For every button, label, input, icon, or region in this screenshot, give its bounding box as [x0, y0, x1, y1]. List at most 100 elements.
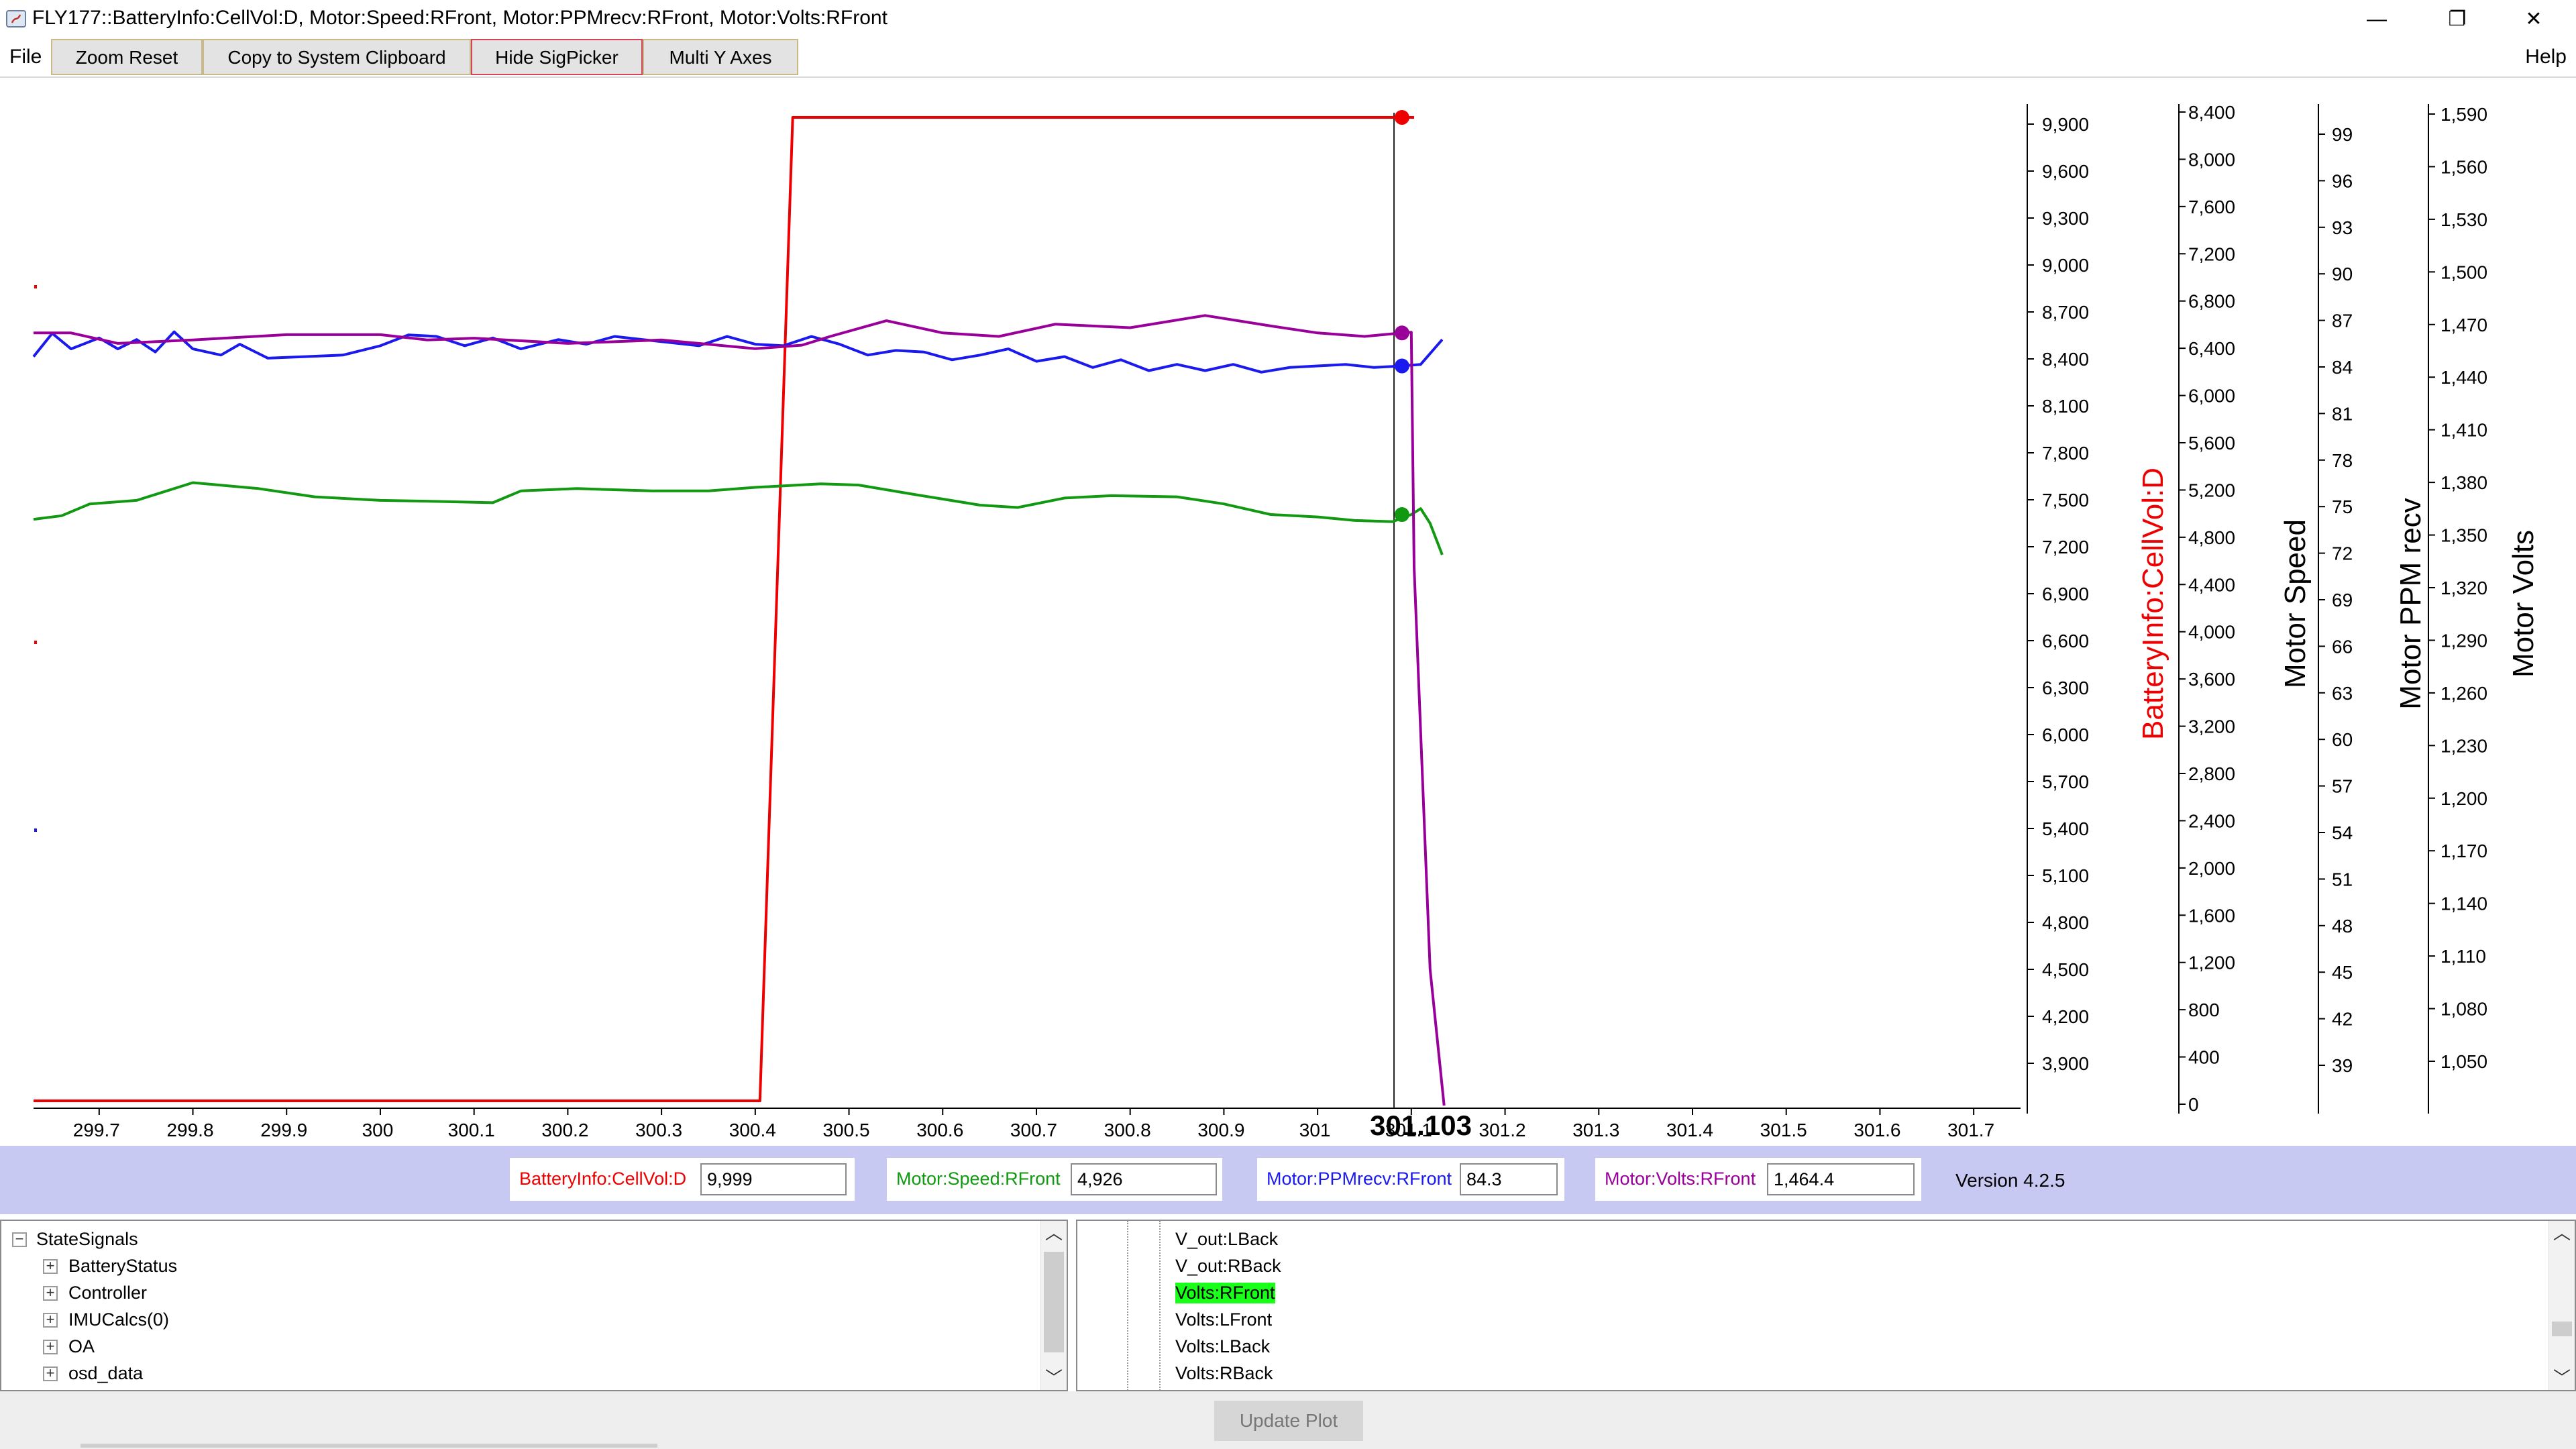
- tree-scrollbar[interactable]: ︿ ﹀: [1040, 1221, 1067, 1390]
- signal-item[interactable]: V_out:LBack: [1175, 1229, 1278, 1250]
- expand-icon[interactable]: +: [43, 1258, 58, 1274]
- y-tick-label: 1,290: [2440, 630, 2487, 651]
- expand-icon[interactable]: +: [43, 1339, 58, 1354]
- y-tick-label: 6,900: [2042, 584, 2089, 604]
- scroll-up-icon[interactable]: ︿: [1041, 1221, 1067, 1245]
- series-stub-mark: [34, 641, 37, 644]
- menu-file[interactable]: File: [9, 46, 42, 68]
- y-tick-label: 6,600: [2042, 631, 2089, 651]
- series-motor-ppm-marker[interactable]: [1394, 358, 1409, 374]
- readout-ppm: Motor:PPMrecv:RFront 84.3: [1257, 1158, 1564, 1201]
- signal-item[interactable]: V_out:RBack: [1175, 1256, 1281, 1277]
- readout-battery-label: BatteryInfo:CellVol:D: [519, 1169, 687, 1189]
- signal-item[interactable]: Volts:RBack: [1175, 1363, 1273, 1384]
- tree-guide-line: [1159, 1221, 1161, 1390]
- x-tick-label: 300.4: [729, 1120, 776, 1140]
- y-tick-label: 6,300: [2042, 678, 2089, 698]
- signal-item[interactable]: Volts:LBack: [1175, 1336, 1270, 1357]
- y-tick-label: 4,200: [2042, 1006, 2089, 1027]
- y-tick-label: 54: [2332, 822, 2353, 843]
- scroll-down-icon[interactable]: ﹀: [2549, 1366, 2575, 1390]
- version-label: Version 4.2.5: [1955, 1170, 2065, 1191]
- y-tick-label: 1,110: [2440, 946, 2486, 967]
- y-tick-label: 1,600: [2188, 905, 2235, 926]
- y-tick-label: 1,140: [2440, 894, 2487, 914]
- scroll-down-icon[interactable]: ﹀: [1041, 1366, 1067, 1390]
- axis-title-battery: BatteryInfo:CellVol:D: [2137, 468, 2169, 740]
- expand-icon[interactable]: +: [43, 1312, 58, 1328]
- axis-title-motor-ppm: Motor PPM recv: [2394, 498, 2427, 709]
- y-tick-label: 1,470: [2440, 315, 2487, 335]
- series-motor-volts-marker[interactable]: [1394, 325, 1409, 341]
- y-tick-label: 2,000: [2188, 858, 2235, 879]
- horizontal-scrollbar[interactable]: [80, 1444, 657, 1448]
- y-tick-label: 42: [2332, 1009, 2353, 1030]
- readout-ppm-value[interactable]: 84.3: [1460, 1163, 1558, 1195]
- signal-list-scrollbar[interactable]: ︿ ﹀: [2548, 1221, 2575, 1390]
- axis-title-motor-volts: Motor Volts: [2507, 530, 2540, 678]
- y-tick-label: 8,700: [2042, 302, 2089, 323]
- y-tick-label: 5,100: [2042, 865, 2089, 886]
- x-tick-label: 301: [1299, 1120, 1331, 1140]
- y-tick-label: 5,700: [2042, 771, 2089, 792]
- multi-y-axes-button[interactable]: Multi Y Axes: [643, 39, 798, 75]
- readout-battery-value[interactable]: 9,999: [700, 1163, 847, 1195]
- x-tick-label: 301.2: [1479, 1120, 1526, 1140]
- y-tick-label: 4,800: [2188, 527, 2235, 548]
- tree-root[interactable]: StateSignals: [36, 1229, 138, 1250]
- y-tick-label: 9,000: [2042, 255, 2089, 276]
- readout-speed-value[interactable]: 4,926: [1071, 1163, 1217, 1195]
- maximize-button[interactable]: ❐: [2420, 3, 2494, 36]
- scroll-up-icon[interactable]: ︿: [2549, 1221, 2575, 1245]
- y-tick-label: 1,200: [2440, 788, 2487, 809]
- tree-item[interactable]: BatteryStatus: [68, 1256, 177, 1277]
- x-tick-label: 301.7: [1947, 1120, 1994, 1140]
- y-tick-label: 69: [2332, 590, 2353, 610]
- series-battery-cellvol-marker[interactable]: [1394, 110, 1409, 125]
- x-tick-label: 300.6: [916, 1120, 963, 1140]
- hide-sigpicker-button[interactable]: Hide SigPicker: [471, 39, 643, 75]
- y-tick-label: 9,600: [2042, 161, 2089, 182]
- update-plot-button[interactable]: Update Plot: [1214, 1401, 1363, 1441]
- y-tick-label: 1,410: [2440, 420, 2487, 441]
- x-tick-label: 300.5: [822, 1120, 869, 1140]
- y-tick-label: 8,400: [2042, 349, 2089, 370]
- y-tick-label: 1,260: [2440, 683, 2487, 704]
- y-tick-label: 7,500: [2042, 490, 2089, 511]
- series-motor-speed-marker[interactable]: [1394, 507, 1409, 523]
- copy-clipboard-button[interactable]: Copy to System Clipboard: [203, 39, 471, 75]
- minimize-button[interactable]: —: [2340, 3, 2414, 36]
- y-tick-label: 2,400: [2188, 810, 2235, 831]
- x-tick-label: 300.8: [1104, 1120, 1151, 1140]
- y-tick-label: 7,800: [2042, 443, 2089, 464]
- y-tick-label: 9,900: [2042, 114, 2089, 135]
- y-tick-label: 8,000: [2188, 149, 2235, 170]
- tree-item[interactable]: OA: [68, 1336, 95, 1357]
- signal-plot[interactable]: 299.7 299.8 299.9 300 300.1 300.2 300.3 300.4 30…: [0, 78, 2576, 1144]
- y-tick-label: 3,600: [2188, 669, 2235, 690]
- x-tick-label: 301.4: [1666, 1120, 1713, 1140]
- y-tick-label: 1,350: [2440, 525, 2487, 546]
- y-tick-label: 84: [2332, 357, 2353, 378]
- scroll-thumb[interactable]: [1044, 1252, 1064, 1352]
- tree-item[interactable]: IMUCalcs(0): [68, 1309, 169, 1330]
- expand-icon[interactable]: +: [43, 1366, 58, 1381]
- signal-item[interactable]: Volts:LFront: [1175, 1309, 1272, 1330]
- tree-item[interactable]: osd_data: [68, 1363, 143, 1384]
- tree-item[interactable]: Controller: [68, 1283, 147, 1303]
- scroll-thumb[interactable]: [2552, 1322, 2572, 1336]
- y-tick-label: 8,100: [2042, 396, 2089, 417]
- y-tick-label: 7,600: [2188, 197, 2235, 217]
- y-tick-label: 1,200: [2188, 953, 2235, 973]
- x-tick-label: 300.7: [1010, 1120, 1057, 1140]
- zoom-reset-button[interactable]: Zoom Reset: [51, 39, 203, 75]
- menu-help[interactable]: Help: [2525, 46, 2567, 68]
- menu-bar: File Zoom Reset Copy to System Clipboard…: [0, 39, 2576, 78]
- signal-item-selected[interactable]: Volts:RFront: [1175, 1283, 1275, 1303]
- y-tick-label: 63: [2332, 683, 2353, 704]
- readout-volts-value[interactable]: 1,464.4: [1767, 1163, 1915, 1195]
- close-button[interactable]: ✕: [2497, 3, 2571, 36]
- expand-icon[interactable]: +: [43, 1285, 58, 1301]
- collapse-icon[interactable]: −: [12, 1232, 27, 1247]
- y-tick-label: 1,530: [2440, 209, 2487, 230]
